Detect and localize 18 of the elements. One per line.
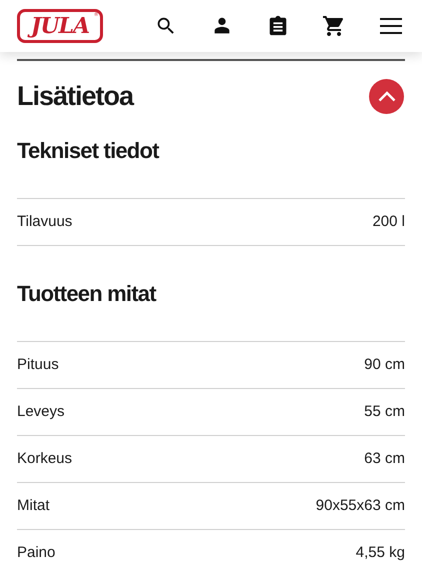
spec-label: Korkeus bbox=[17, 448, 72, 469]
spec-value: 200 l bbox=[372, 212, 405, 232]
spec-value: 63 cm bbox=[364, 448, 405, 469]
chevron-up-icon bbox=[378, 90, 396, 102]
spec-label: Tilavuus bbox=[17, 212, 72, 232]
spec-label: Pituus bbox=[17, 354, 59, 375]
subsection-title: Tuotteen mitat bbox=[17, 283, 405, 342]
spec-value: 90x55x63 cm bbox=[316, 496, 405, 516]
section-title: Lisätietoa bbox=[17, 82, 134, 110]
menu-icon[interactable] bbox=[380, 18, 402, 34]
collapse-button[interactable] bbox=[369, 78, 404, 114]
spec-value: 55 cm bbox=[364, 402, 405, 422]
spec-label: Mitat bbox=[17, 496, 50, 516]
spec-value: 90 cm bbox=[364, 354, 405, 375]
spec-label: Paino bbox=[17, 542, 56, 563]
spec-label: Leveys bbox=[17, 402, 65, 422]
spec-value: 4,55 kg bbox=[356, 542, 405, 563]
subsection-title: Tekniset tiedot bbox=[17, 140, 405, 199]
